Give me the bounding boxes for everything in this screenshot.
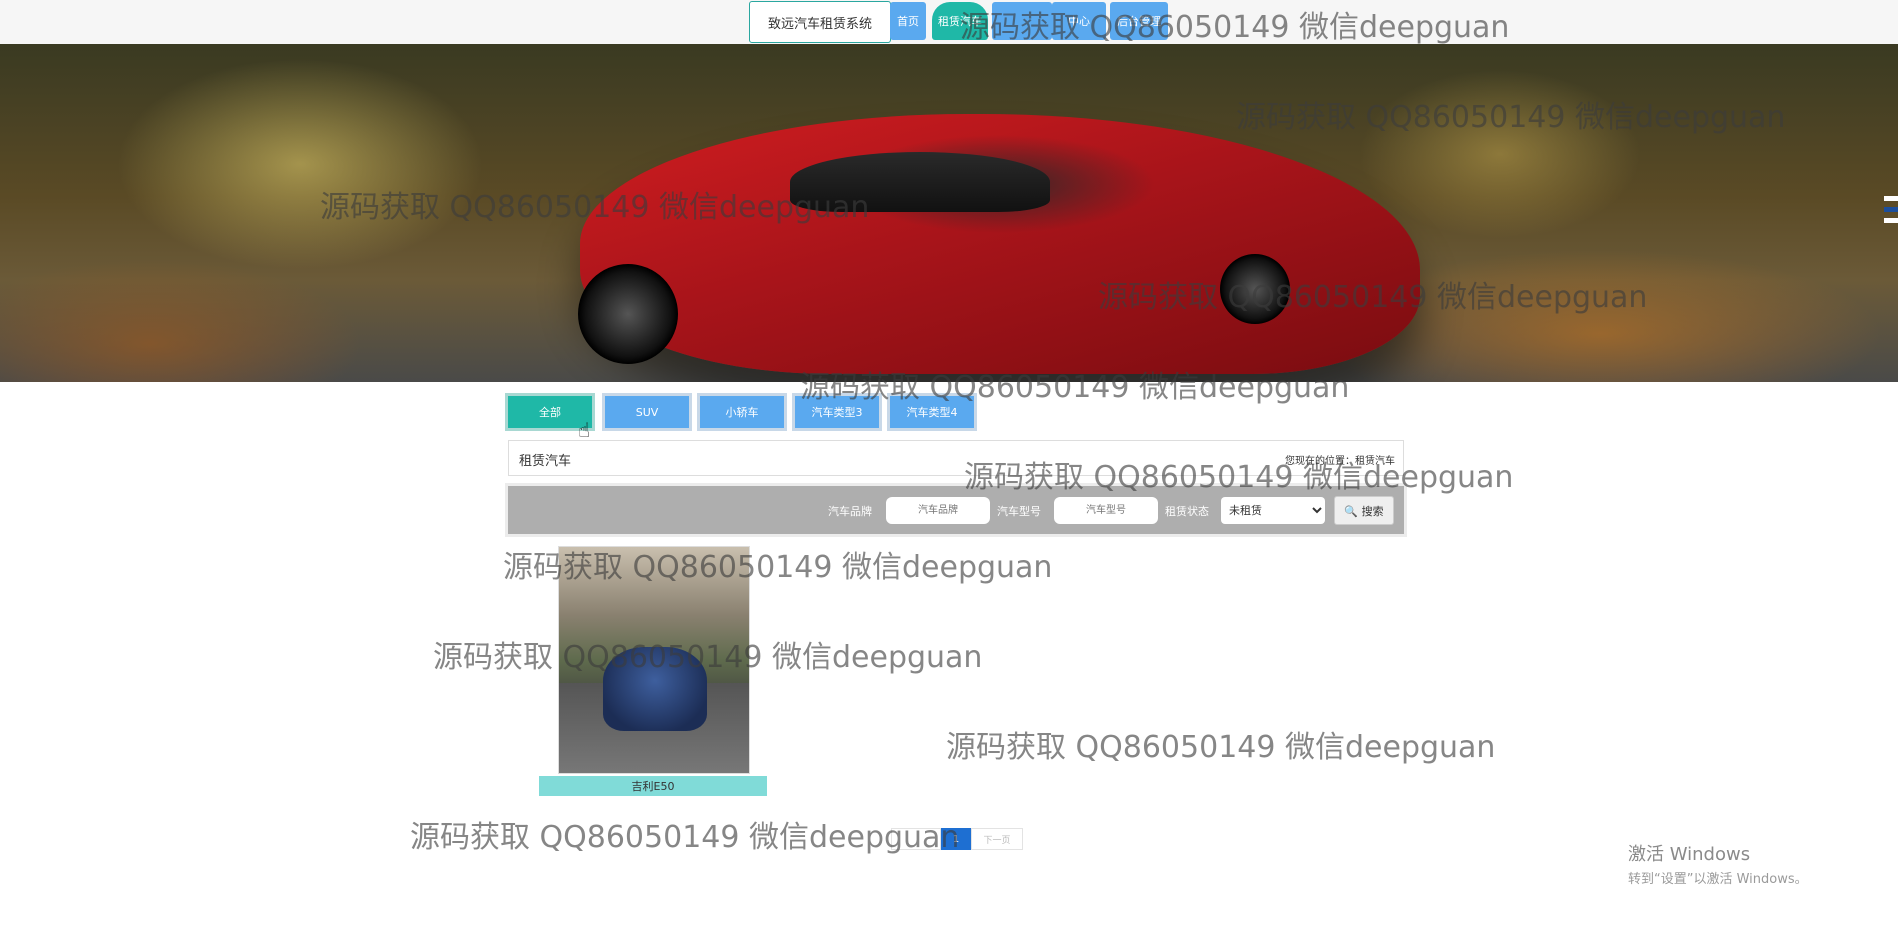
model-label: 汽车型号 xyxy=(997,505,1041,518)
search-filter-bar: 汽车品牌 汽车型号 租赁状态 未租赁 🔍 搜索 xyxy=(508,486,1404,534)
side-scroll-marks xyxy=(1884,196,1898,232)
breadcrumb-position: 您现在的位置：租赁汽车 xyxy=(1285,456,1395,467)
watermark-text: 源码获取 QQ86050149 微信deepguan xyxy=(946,730,1496,765)
hero-car-wheel xyxy=(1220,254,1290,324)
nav-rent-car[interactable]: 租赁汽车 xyxy=(932,2,988,40)
pager-current-page[interactable]: 1 xyxy=(941,828,971,850)
breadcrumb: 租赁汽车 您现在的位置：租赁汽车 xyxy=(508,440,1404,476)
card-car-shape xyxy=(603,647,707,731)
hero-car-window xyxy=(790,152,1050,212)
brand-label: 汽车品牌 xyxy=(828,505,872,518)
category-tab-type3[interactable]: 汽车类型3 xyxy=(795,396,879,428)
status-label: 租赁状态 xyxy=(1165,505,1209,518)
category-tab-type4[interactable]: 汽车类型4 xyxy=(890,396,974,428)
pager-prev[interactable] xyxy=(891,828,941,850)
nav-center[interactable]: 中心 xyxy=(1052,2,1106,40)
mouse-cursor-icon: ☝ xyxy=(578,418,591,442)
hero-car-body xyxy=(580,114,1420,374)
car-card-name[interactable]: 吉利E50 xyxy=(539,776,767,796)
hero-car-wheel xyxy=(578,264,678,364)
brand-title-button[interactable]: 致远汽车租赁系统 xyxy=(749,1,891,43)
windows-activation-subtitle: 转到“设置”以激活 Windows。 xyxy=(1628,872,1808,887)
brand-input[interactable] xyxy=(886,497,990,524)
category-tab-suv[interactable]: SUV xyxy=(605,396,689,428)
watermark-text: 源码获取 QQ86050149 微信deepguan xyxy=(410,820,960,855)
page-title: 租赁汽车 xyxy=(519,454,572,469)
pager-next[interactable]: 下一页 xyxy=(971,828,1023,850)
search-button[interactable]: 🔍 搜索 xyxy=(1334,496,1394,525)
model-input[interactable] xyxy=(1054,497,1158,524)
nav-admin[interactable]: 后台管理 xyxy=(1110,2,1168,40)
hero-banner-image xyxy=(0,44,1898,382)
nav-home[interactable]: 首页 xyxy=(890,2,926,40)
nav-item-blank[interactable] xyxy=(992,2,1052,40)
category-tab-sedan[interactable]: 小轿车 xyxy=(700,396,784,428)
status-select[interactable]: 未租赁 xyxy=(1221,497,1325,524)
windows-activation-title: 激活 Windows xyxy=(1628,844,1751,865)
car-card-image[interactable] xyxy=(558,546,750,774)
pagination: 1 下一页 xyxy=(891,828,1023,850)
top-navbar: 致远汽车租赁系统 首页 租赁汽车 中心 后台管理 xyxy=(0,0,1898,44)
